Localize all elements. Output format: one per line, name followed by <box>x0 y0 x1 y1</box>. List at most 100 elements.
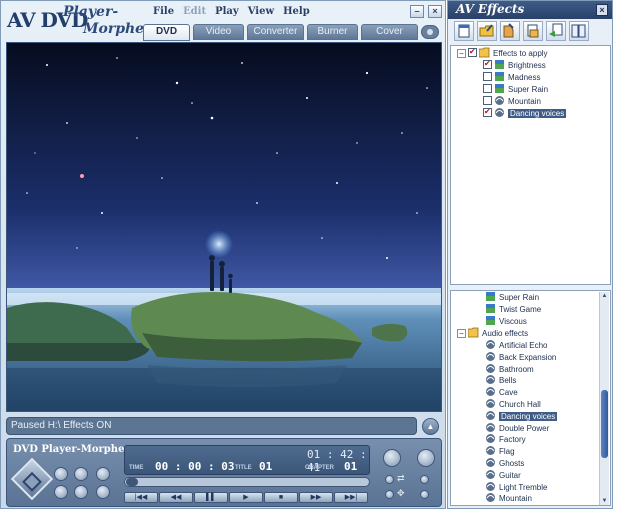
menu-icon[interactable] <box>54 467 68 481</box>
tree-node-audio-effect[interactable]: Light Tremble <box>485 481 547 493</box>
tree-node-audio-effect[interactable]: Double Power <box>485 422 549 434</box>
tree-node-brightness[interactable]: Brightness <box>483 59 546 71</box>
tree-node-audio-effect[interactable]: Bells <box>485 374 516 386</box>
close-button[interactable]: × <box>428 5 442 18</box>
tree-node-mountain[interactable]: Mountain <box>483 95 541 107</box>
move-icon[interactable]: ✥ <box>397 488 405 499</box>
fast-forward-button[interactable]: ▶▶ <box>299 492 333 503</box>
repeat-icon[interactable] <box>383 449 401 467</box>
tree-node-label: Viscous <box>499 317 527 326</box>
menu-play[interactable]: Play <box>215 6 239 20</box>
tree-node-audio-effect[interactable]: Flag <box>485 445 515 457</box>
status-bar: Paused H:\ Effects ON <box>6 417 417 435</box>
image-effect-icon <box>485 315 496 326</box>
audio-effect-icon <box>494 95 505 106</box>
tree-node-audio-effect[interactable]: Guitar <box>485 469 521 481</box>
tree-node-audio-effects[interactable]: Audio effects <box>467 327 528 339</box>
mute-icon[interactable] <box>420 475 429 484</box>
tree-node-audio-effect[interactable]: Cave <box>485 386 518 398</box>
library-scrollbar[interactable]: ▲ ▼ <box>599 292 609 505</box>
snapshot-icon[interactable] <box>417 449 435 467</box>
tree-node-dancing-voices[interactable]: Dancing voices <box>483 107 567 119</box>
power-icon[interactable] <box>420 490 429 499</box>
angle-icon[interactable] <box>74 467 88 481</box>
library-scrollbar-thumb[interactable] <box>601 390 608 458</box>
tree-node-super-rain-library[interactable]: Super Rain <box>485 291 539 303</box>
tree-node-label: Bathroom <box>499 364 534 374</box>
audio-effect-icon <box>485 469 496 480</box>
tree-node-audio-effect[interactable]: Factory <box>485 433 526 445</box>
apply-icon[interactable] <box>546 21 566 41</box>
audio-effect-icon <box>485 457 496 468</box>
eject-icon[interactable]: ▲ <box>422 418 439 435</box>
library-icon[interactable] <box>569 21 589 41</box>
audio-effect-icon <box>485 386 496 397</box>
image-effect-icon <box>494 71 505 82</box>
seek-slider[interactable] <box>124 477 370 487</box>
scroll-down-icon[interactable]: ▼ <box>600 497 609 505</box>
effects-close-button[interactable]: × <box>596 4 608 16</box>
skip-to-end-button[interactable]: ▶▶| <box>334 492 368 503</box>
navigation-pad[interactable] <box>10 457 54 501</box>
pause-button[interactable]: ▌▌ <box>194 492 228 503</box>
tree-node-audio-effect[interactable]: Bathroom <box>485 363 534 375</box>
open-icon[interactable] <box>477 21 497 41</box>
tree-node-super-rain[interactable]: Super Rain <box>483 83 548 95</box>
tree-node-audio-effect[interactable]: Church Hall <box>485 398 541 410</box>
tab-dvd[interactable]: DVD <box>143 24 190 41</box>
audio-effects-collapse-toggle[interactable]: − <box>457 329 466 338</box>
tree-node-audio-effect[interactable]: Mountain <box>485 492 532 504</box>
menu-view[interactable]: View <box>248 6 274 20</box>
tab-video[interactable]: Video <box>193 24 244 40</box>
video-display[interactable] <box>6 42 442 412</box>
tree-node-label: Artificial Echo <box>499 341 548 350</box>
tree-node-effects-to-apply[interactable]: Effects to apply <box>468 47 548 59</box>
madness-checkbox[interactable] <box>483 72 492 81</box>
zoom-icon[interactable] <box>74 485 88 499</box>
shuffle-icon[interactable]: ⇄ <box>397 473 405 484</box>
tree-collapse-toggle[interactable]: − <box>457 49 466 58</box>
super-rain-checkbox[interactable] <box>483 84 492 93</box>
lcd-title-value: 01 <box>259 460 273 473</box>
stop-button[interactable]: ■ <box>264 492 298 503</box>
subtitle-icon[interactable] <box>96 467 110 481</box>
app-logo: AV DVD Player- Morpher <box>5 4 155 42</box>
tab-converter[interactable]: Converter <box>247 24 304 40</box>
image-effect-icon <box>485 303 496 314</box>
tab-cover[interactable]: Cover <box>361 24 418 40</box>
mountain-checkbox[interactable] <box>483 96 492 105</box>
effects-to-apply-checkbox[interactable] <box>468 47 477 57</box>
menu-file[interactable]: File <box>153 6 174 20</box>
tree-node-audio-effect[interactable]: Artificial Echo <box>485 339 547 351</box>
export-icon[interactable] <box>523 21 543 41</box>
settings-icon[interactable] <box>96 485 110 499</box>
eye-icon[interactable] <box>421 25 439 39</box>
play-button[interactable]: ▶ <box>229 492 263 503</box>
lcd-title-label: TITLE <box>235 465 252 471</box>
audio-icon[interactable] <box>54 485 68 499</box>
save-icon[interactable] <box>500 21 520 41</box>
menu-help[interactable]: Help <box>283 6 310 20</box>
rewind-button[interactable]: ◀◀ <box>159 492 193 503</box>
rewind-to-start-button[interactable]: |◀◀ <box>124 492 158 503</box>
tree-node-label: Ghosts <box>499 459 525 468</box>
tab-burner[interactable]: Burner <box>307 24 358 40</box>
tree-node-label: Double Power <box>499 423 550 433</box>
lcd-chapter-label: CHAPTER <box>305 465 335 471</box>
tree-node-audio-effect[interactable]: Dancing voices <box>485 410 558 422</box>
new-icon[interactable] <box>454 21 474 41</box>
dancing-voices-checkbox[interactable] <box>483 107 492 117</box>
scroll-up-icon[interactable]: ▲ <box>600 292 609 301</box>
tree-node-twist-game[interactable]: Twist Game <box>485 303 541 315</box>
minimize-button[interactable]: – <box>410 5 424 18</box>
tree-node-viscous[interactable]: Viscous <box>485 315 527 327</box>
effects-toolbar <box>450 21 610 45</box>
seek-slider-thumb[interactable] <box>126 478 138 486</box>
tree-node-label: Mountain <box>499 494 532 504</box>
tree-node-label: Light Tremble <box>499 482 548 492</box>
tree-node-audio-effect[interactable]: Back Expansion <box>485 351 556 363</box>
effects-title-bar: AV Effects × <box>448 1 612 19</box>
brightness-checkbox[interactable] <box>483 59 492 69</box>
tree-node-madness[interactable]: Madness <box>483 71 540 83</box>
tree-node-audio-effect[interactable]: Ghosts <box>485 457 524 469</box>
